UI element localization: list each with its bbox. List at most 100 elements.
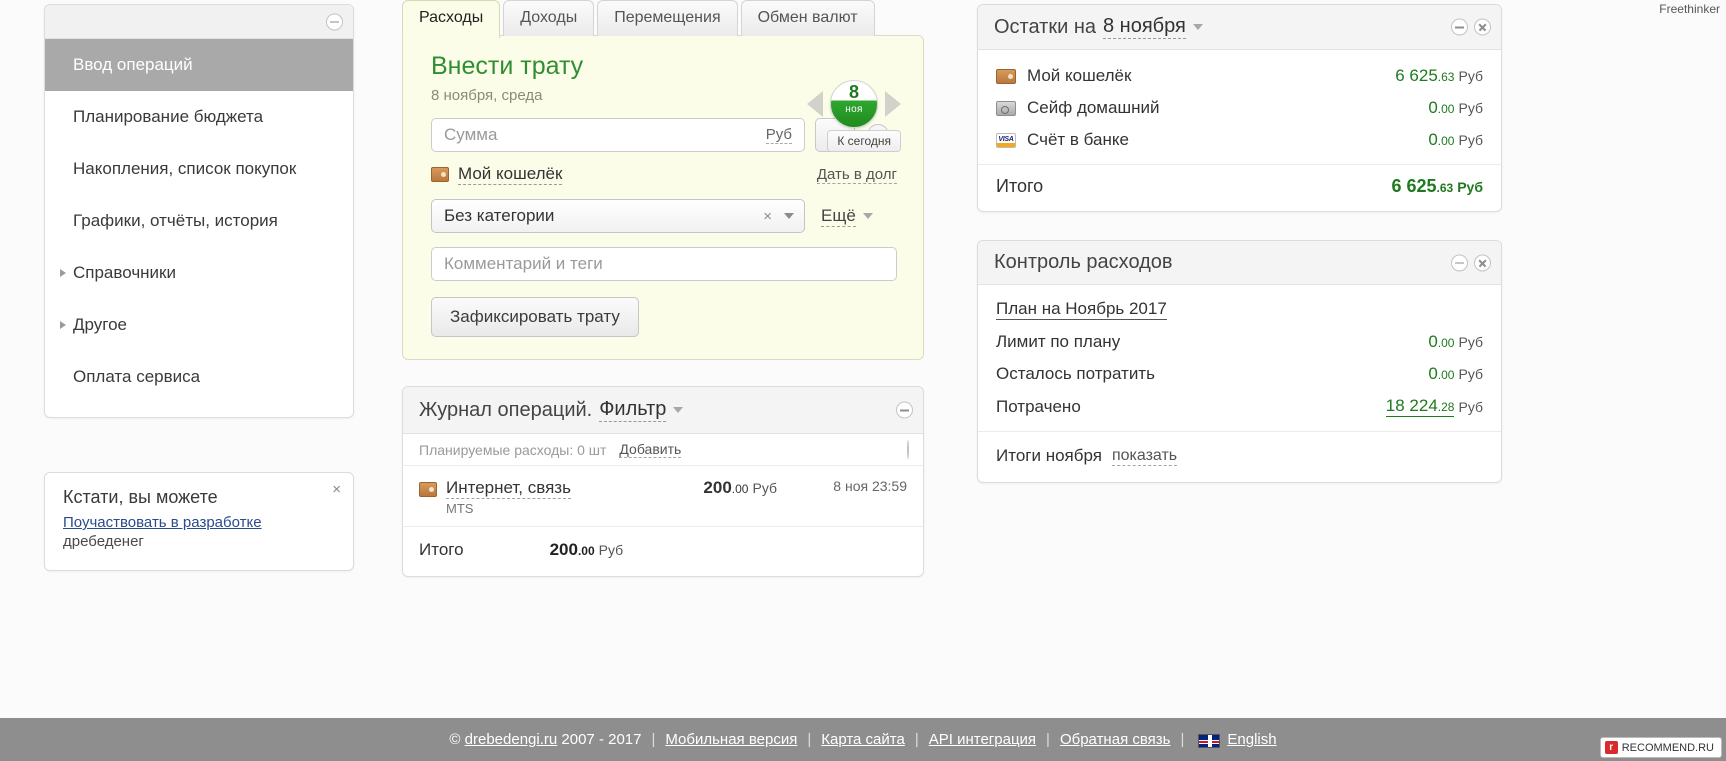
sidebar-item-7[interactable]: Оплата сервиса bbox=[45, 351, 353, 403]
submit-expense-button[interactable]: Зафиксировать трату bbox=[431, 297, 639, 337]
expense-control-title: Контроль расходов bbox=[994, 251, 1173, 273]
sidebar-item-label: Ввод операций bbox=[73, 55, 193, 74]
sidebar-header bbox=[45, 5, 353, 39]
amount-placeholder: Сумма bbox=[444, 125, 498, 144]
expand-triangle-icon[interactable] bbox=[60, 269, 66, 277]
operation-category[interactable]: Интернет, связь bbox=[446, 478, 571, 499]
tab-3[interactable]: Перемещения bbox=[597, 0, 738, 36]
sidebar-item-1[interactable]: Ввод операций bbox=[45, 39, 353, 91]
expense-control-value[interactable]: 18 224.28 bbox=[1385, 396, 1455, 417]
promo-close-icon[interactable]: × bbox=[332, 481, 341, 498]
footer-separator: | bbox=[914, 731, 919, 748]
balances-list: Мой кошелёк 6 625.63 Руб Сейф домашний 0.00 Р… bbox=[978, 50, 1501, 164]
balances-date-link[interactable]: 8 ноября bbox=[1102, 15, 1186, 39]
journal-operations-list: Интернет, связь MTS 200.00 Руб 8 ноя 23:59 bbox=[403, 466, 923, 526]
expense-control-currency: Руб bbox=[1458, 334, 1483, 350]
collapse-icon[interactable] bbox=[326, 13, 343, 30]
amount-input[interactable]: Сумма Руб bbox=[431, 118, 805, 152]
balance-account-name: Счёт в банке bbox=[1027, 130, 1129, 149]
journal-title: Журнал операций. bbox=[419, 398, 593, 421]
recommend-badge: r RECOMMEND.RU bbox=[1599, 737, 1722, 758]
sidebar-item-3[interactable]: Накопления, список покупок bbox=[45, 143, 353, 195]
balance-row[interactable]: Мой кошелёк 6 625.63 Руб bbox=[978, 60, 1501, 92]
watermark-freethinker: Freethinker bbox=[1659, 2, 1720, 16]
date-badge[interactable]: 8 ноя bbox=[830, 80, 878, 128]
sidebar-item-4[interactable]: Графики, отчёты, история bbox=[45, 195, 353, 247]
expand-triangle-icon[interactable] bbox=[60, 321, 66, 329]
journal-collapse-icon[interactable] bbox=[896, 401, 913, 419]
balances-header: Остатки на 8 ноября bbox=[978, 5, 1501, 50]
balances-collapse-icon[interactable] bbox=[1451, 18, 1468, 36]
balance-amount-int: 0 bbox=[1428, 98, 1438, 117]
comment-input[interactable]: Комментарий и теги bbox=[431, 247, 897, 281]
expense-control-value: 0.00 bbox=[1428, 364, 1454, 384]
footer-link-feedback[interactable]: Обратная связь bbox=[1060, 731, 1171, 748]
language-link[interactable]: English bbox=[1227, 731, 1276, 748]
category-clear-icon[interactable]: × bbox=[763, 208, 772, 225]
journal-total-int: 200 bbox=[549, 540, 578, 559]
uk-flag-icon bbox=[1198, 733, 1221, 748]
tab-2[interactable]: Доходы bbox=[503, 0, 595, 36]
planned-expenses-label: Планируемые расходы: 0 шт bbox=[419, 441, 607, 458]
monthly-summary-label: Итоги ноября bbox=[996, 446, 1102, 465]
prev-day-icon[interactable] bbox=[807, 91, 823, 117]
tab-1[interactable]: Расходы bbox=[402, 0, 501, 38]
close-icon[interactable] bbox=[907, 439, 909, 459]
balances-close-icon[interactable] bbox=[1474, 18, 1491, 36]
balances-chevron-down-icon[interactable] bbox=[1192, 24, 1203, 30]
sidebar-item-label: Другое bbox=[73, 315, 128, 334]
operation-amount-cents: .00 bbox=[731, 482, 749, 496]
lend-money-link[interactable]: Дать в долг bbox=[816, 166, 897, 184]
tab-4[interactable]: Обмен валют bbox=[740, 0, 875, 36]
sidebar-item-6[interactable]: Другое bbox=[45, 299, 353, 351]
site-link[interactable]: drebedengi.ru bbox=[465, 731, 558, 748]
expense-control-panel: Контроль расходов План на Ноябрь 2017 Ли… bbox=[977, 240, 1502, 483]
journal-operation-row[interactable]: Интернет, связь MTS 200.00 Руб 8 ноя 23:59 bbox=[403, 466, 923, 526]
promo-title: Кстати, вы можете bbox=[63, 487, 218, 507]
balance-currency: Руб bbox=[1458, 100, 1483, 116]
footer-link-api[interactable]: API интеграция bbox=[929, 731, 1036, 748]
footer-link-mobile[interactable]: Мобильная версия bbox=[665, 731, 797, 748]
category-select[interactable]: Без категории × bbox=[431, 199, 805, 233]
balances-total-value: 6 625.63 Руб bbox=[1391, 176, 1483, 197]
journal-panel: Журнал операций. Фильтр Планируемые расх… bbox=[402, 386, 924, 577]
balance-amount-cents: .63 bbox=[1437, 70, 1455, 84]
expense-control-collapse-icon[interactable] bbox=[1451, 254, 1468, 271]
balance-account-name: Мой кошелёк bbox=[1027, 66, 1132, 85]
wallet-selector[interactable]: Мой кошелёк bbox=[458, 164, 563, 185]
expense-control-label: Лимит по плану bbox=[996, 332, 1121, 351]
expense-control-value-cents: .28 bbox=[1437, 400, 1455, 414]
balance-currency: Руб bbox=[1458, 132, 1483, 148]
planned-close-button[interactable] bbox=[907, 439, 909, 459]
recommend-text: RECOMMEND.RU bbox=[1621, 741, 1714, 754]
expense-control-currency: Руб bbox=[1458, 398, 1483, 415]
expense-control-value-int: 18 224 bbox=[1385, 396, 1438, 415]
sidebar-item-2[interactable]: Планирование бюджета bbox=[45, 91, 353, 143]
monthly-summary-show-link[interactable]: показать bbox=[1111, 447, 1178, 466]
sidebar-item-label: Графики, отчёты, история bbox=[73, 211, 278, 230]
sidebar-header-buttons bbox=[326, 13, 343, 30]
operation-note: MTS bbox=[446, 501, 474, 516]
balances-header-buttons bbox=[1451, 18, 1491, 36]
footer-link-sitemap[interactable]: Карта сайта bbox=[821, 731, 905, 748]
balance-amount-int: 6 625 bbox=[1395, 66, 1438, 85]
more-options-link[interactable]: Ещё bbox=[821, 206, 856, 227]
promo-link[interactable]: Поучаствовать в разработке bbox=[63, 514, 262, 531]
journal-filter-link[interactable]: Фильтр bbox=[599, 398, 667, 422]
balance-row[interactable]: Сейф домашний 0.00 Руб bbox=[978, 92, 1501, 124]
balance-row[interactable]: VISA Счёт в банке 0.00 Руб bbox=[978, 124, 1501, 156]
more-chevron-down-icon[interactable] bbox=[862, 213, 873, 219]
add-planned-link[interactable]: Добавить bbox=[619, 441, 682, 458]
wallet-icon bbox=[431, 167, 449, 182]
currency-selector[interactable]: Руб bbox=[765, 126, 792, 144]
next-day-icon[interactable] bbox=[885, 91, 901, 117]
journal-total-cents: .00 bbox=[577, 544, 595, 558]
expense-control-close-icon[interactable] bbox=[1474, 254, 1491, 271]
sidebar-item-5[interactable]: Справочники bbox=[45, 247, 353, 299]
operation-amount: 200.00 Руб bbox=[703, 478, 777, 498]
plan-link[interactable]: План на Ноябрь 2017 bbox=[996, 299, 1167, 320]
journal-chevron-down-icon[interactable] bbox=[673, 407, 684, 413]
form-title: Внести трату bbox=[431, 52, 584, 80]
chevron-down-icon[interactable] bbox=[784, 213, 794, 219]
today-button[interactable]: К сегодня bbox=[827, 130, 901, 152]
